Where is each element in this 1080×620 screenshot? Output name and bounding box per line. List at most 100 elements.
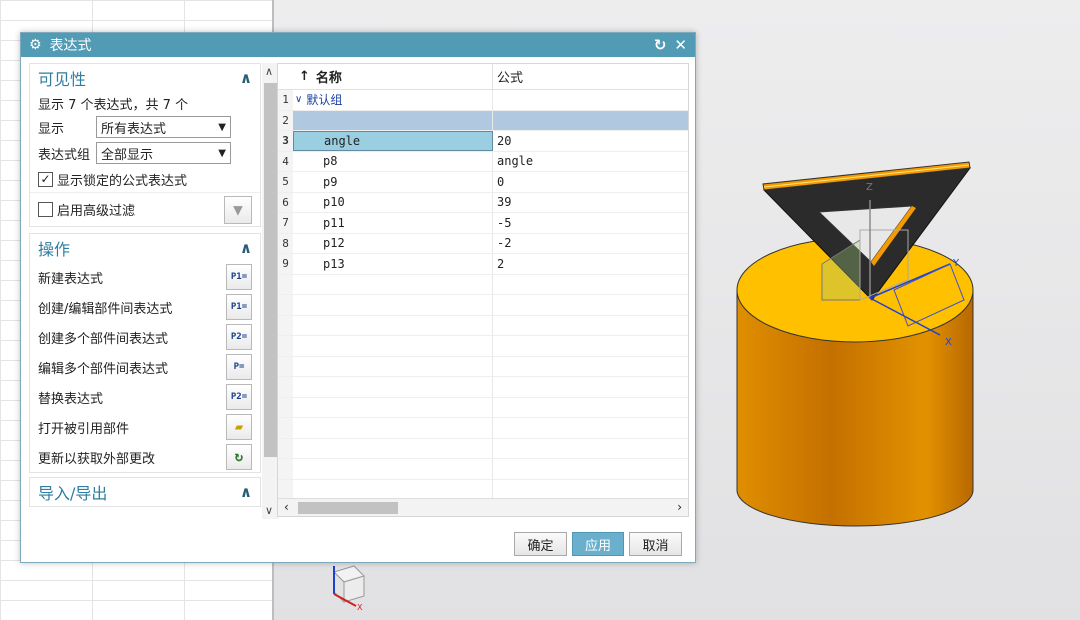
advanced-filter-row: 启用高级过滤 ▼ xyxy=(30,192,260,226)
empty-row[interactable] xyxy=(278,295,688,316)
row-number: 8 xyxy=(278,233,293,253)
column-header-name[interactable]: ↑ 名称 xyxy=(293,64,493,89)
op-new-expression[interactable]: 新建表达式 P1= xyxy=(30,262,260,292)
op-open-referenced-part[interactable]: 打开被引用部件 ▰ xyxy=(30,412,260,442)
chevron-up-icon[interactable]: ∧ xyxy=(240,483,252,501)
row-number: 5 xyxy=(278,172,293,192)
row-number: 3 xyxy=(278,131,293,151)
op-create-multi-interpart[interactable]: 创建多个部件间表达式 P2= xyxy=(30,322,260,352)
multi-interpart-create-icon[interactable]: P2= xyxy=(226,324,252,350)
column-name-label: 名称 xyxy=(315,71,342,86)
axis-y-label: Y xyxy=(952,258,960,269)
close-icon[interactable]: ✕ xyxy=(674,36,687,54)
table-row[interactable]: 3 angle 20 xyxy=(278,131,688,152)
table-row-group[interactable]: 1 ∨ 默认组 xyxy=(278,90,688,111)
chevron-down-icon[interactable]: ∨ xyxy=(295,94,302,105)
cell-formula[interactable]: angle xyxy=(493,152,688,172)
cell-formula[interactable]: -5 xyxy=(493,213,688,233)
group-name: 默认组 xyxy=(306,93,343,108)
empty-row[interactable] xyxy=(278,356,688,377)
cancel-button[interactable]: 取消 xyxy=(629,532,682,556)
show-label: 显示 xyxy=(38,121,65,137)
import-export-header[interactable]: 导入/导出 ∧ xyxy=(30,478,260,506)
op-edit-multi-interpart[interactable]: 编辑多个部件间表达式 P= xyxy=(30,352,260,382)
cell-name[interactable]: p10 xyxy=(293,192,493,212)
scroll-thumb[interactable] xyxy=(298,502,398,514)
cell-name[interactable] xyxy=(293,110,493,130)
table-row[interactable]: 6 p10 39 xyxy=(278,192,688,213)
scroll-down-icon[interactable]: ∨ xyxy=(265,504,273,517)
cell-formula[interactable]: 39 xyxy=(493,193,688,213)
column-header-formula[interactable]: 公式 xyxy=(493,64,688,89)
table-row[interactable]: 9 p13 2 xyxy=(278,254,688,275)
table-row[interactable]: 2 xyxy=(278,110,688,131)
cell-formula[interactable]: 2 xyxy=(493,254,688,274)
table-row[interactable]: 5 p9 0 xyxy=(278,172,688,193)
cell-name[interactable]: p11 xyxy=(293,213,493,233)
axis-z-label: Z xyxy=(866,182,873,193)
op-update-external[interactable]: 更新以获取外部更改 ↻ xyxy=(30,442,260,472)
locked-formula-checkbox[interactable]: ✓ xyxy=(38,171,53,187)
operations-header[interactable]: 操作 ∧ xyxy=(30,234,260,262)
scroll-thumb[interactable] xyxy=(264,83,277,457)
dialog-footer: 确定 应用 取消 xyxy=(21,524,695,562)
op-interpart-expression[interactable]: 创建/编辑部件间表达式 P1= xyxy=(30,292,260,322)
scroll-right-icon[interactable]: › xyxy=(677,500,682,514)
op-label: 创建/编辑部件间表达式 xyxy=(38,301,173,317)
cell-name[interactable]: p8 xyxy=(293,151,493,171)
empty-row[interactable] xyxy=(278,336,688,357)
reset-icon[interactable]: ↻ xyxy=(654,36,667,54)
expression-table: ↑ 名称 公式 1 ∨ 默认组 2 3 angle 20 4 p8 angle 5… xyxy=(277,63,689,517)
group-label: 表达式组 xyxy=(38,147,91,163)
group-select[interactable]: 全部显示 ▼ xyxy=(96,142,231,164)
cell-name[interactable]: p12 xyxy=(293,233,493,253)
view-triad[interactable]: X xyxy=(322,562,372,614)
visibility-header[interactable]: 可见性 ∧ xyxy=(30,64,260,92)
cell-formula[interactable]: -2 xyxy=(493,234,688,254)
advanced-filter-label: 启用高级过滤 xyxy=(57,204,136,219)
locked-formula-label: 显示锁定的公式表达式 xyxy=(57,173,188,189)
cell-name[interactable]: p13 xyxy=(293,254,493,274)
chevron-up-icon[interactable]: ∧ xyxy=(240,239,252,257)
cell-name[interactable]: angle xyxy=(293,131,493,151)
cell-formula[interactable]: 0 xyxy=(493,172,688,192)
op-replace-expression[interactable]: 替换表达式 P2= xyxy=(30,382,260,412)
empty-row[interactable] xyxy=(278,315,688,336)
interpart-expression-icon[interactable]: P1= xyxy=(226,294,252,320)
replace-expression-icon[interactable]: P2= xyxy=(226,384,252,410)
open-folder-icon[interactable]: ▰ xyxy=(226,414,252,440)
empty-row[interactable] xyxy=(278,274,688,295)
ok-button[interactable]: 确定 xyxy=(514,532,567,556)
op-label: 编辑多个部件间表达式 xyxy=(38,361,169,377)
empty-row[interactable] xyxy=(278,377,688,398)
empty-row[interactable] xyxy=(278,438,688,459)
empty-row[interactable] xyxy=(278,459,688,480)
chevron-up-icon[interactable]: ∧ xyxy=(240,69,252,87)
triad-x-label: X xyxy=(357,603,363,612)
apply-button[interactable]: 应用 xyxy=(572,532,624,556)
table-row[interactable]: 7 p11 -5 xyxy=(278,213,688,234)
row-number: 1 xyxy=(278,90,293,110)
cell-formula[interactable]: 20 xyxy=(493,131,688,151)
show-select[interactable]: 所有表达式 ▼ xyxy=(96,116,231,138)
expression-count: 显示 7 个表达式，共 7 个 xyxy=(38,97,189,113)
cell-name[interactable]: p9 xyxy=(293,172,493,192)
new-expression-icon[interactable]: P1= xyxy=(226,264,252,290)
locked-formula-row[interactable]: ✓ 显示锁定的公式表达式 xyxy=(30,166,260,192)
advanced-filter-checkbox[interactable] xyxy=(38,202,53,217)
empty-row[interactable] xyxy=(278,479,688,500)
cell-formula[interactable] xyxy=(493,110,688,130)
table-row[interactable]: 8 p12 -2 xyxy=(278,233,688,254)
empty-row[interactable] xyxy=(278,397,688,418)
multi-interpart-edit-icon[interactable]: P= xyxy=(226,354,252,380)
table-row[interactable]: 4 p8 angle xyxy=(278,151,688,172)
empty-row[interactable] xyxy=(278,418,688,439)
scroll-left-icon[interactable]: ‹ xyxy=(284,500,289,514)
scroll-up-icon[interactable]: ∧ xyxy=(265,65,273,78)
group-select-value: 全部显示 xyxy=(101,147,154,163)
table-horizontal-scrollbar[interactable]: ‹ › xyxy=(278,498,688,516)
dialog-titlebar[interactable]: ⚙ 表达式 ↻ ✕ xyxy=(21,33,695,57)
expressions-dialog: ⚙ 表达式 ↻ ✕ 可见性 ∧ 显示 7 个表达式，共 7 个 显示 所有表达式… xyxy=(20,32,696,563)
update-external-icon[interactable]: ↻ xyxy=(226,444,252,470)
filter-icon[interactable]: ▼ xyxy=(224,195,252,224)
